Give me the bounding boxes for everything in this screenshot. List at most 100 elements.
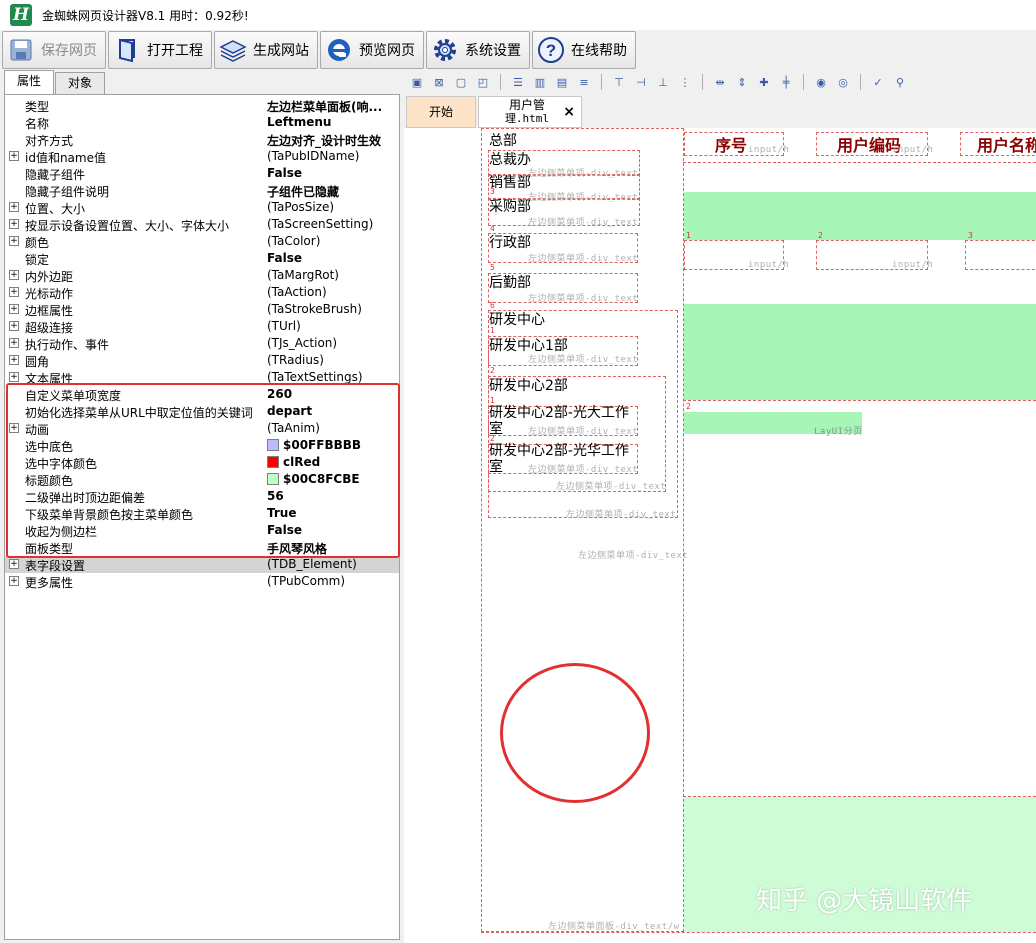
property-value[interactable]: (TUrl) [267, 319, 397, 333]
distribute-icon[interactable]: ⋮ [677, 74, 693, 90]
property-value[interactable]: (TaPosSize) [267, 200, 397, 214]
expand-plus-icon[interactable]: + [9, 321, 19, 331]
table-border [683, 400, 1036, 401]
menu-item[interactable]: 行政部 [489, 232, 531, 252]
expand-plus-icon[interactable]: + [9, 270, 19, 280]
property-value[interactable]: (TDB_Element) [267, 557, 397, 571]
menu-item[interactable]: 研发中心2部 [489, 375, 568, 395]
expand-plus-icon[interactable]: + [9, 338, 19, 348]
align-right-icon[interactable]: ▤ [554, 74, 570, 90]
expand-plus-icon[interactable]: + [9, 151, 19, 161]
property-value[interactable]: (TaTextSettings) [267, 370, 397, 384]
property-row[interactable]: + 更多属性 (TPubComm) [5, 573, 399, 590]
property-value[interactable]: (TPubComm) [267, 574, 397, 588]
bring-front-icon[interactable]: ◉ [813, 74, 829, 90]
property-value[interactable]: (TJs_Action) [267, 336, 397, 350]
property-row[interactable]: + 按显示设备设置位置、大小、字体大小 (TaScreenSetting) [5, 216, 399, 233]
save-page-button[interactable]: 保存网页 [2, 31, 106, 69]
copy-element-icon[interactable]: ▢ [453, 74, 469, 90]
property-row[interactable]: 名称 Leftmenu [5, 114, 399, 131]
expand-plus-icon[interactable]: + [9, 304, 19, 314]
space-horizontal-icon[interactable]: ✚ [756, 74, 772, 90]
property-value[interactable]: (TaAction) [267, 285, 397, 299]
search-icon[interactable]: ⚲ [892, 74, 908, 90]
property-row[interactable]: + 光标动作 (TaAction) [5, 284, 399, 301]
expand-plus-icon[interactable]: + [9, 576, 19, 586]
property-row[interactable]: + 颜色 (TaColor) [5, 233, 399, 250]
property-name: id值和name值 [25, 151, 106, 165]
align-middle-icon[interactable]: ⊣ [633, 74, 649, 90]
spellcheck-icon[interactable]: ✓ [870, 74, 886, 90]
same-width-icon[interactable]: ⇹ [712, 74, 728, 90]
property-name: 颜色 [25, 236, 50, 250]
menu-item[interactable]: 总部 [489, 130, 517, 150]
property-value[interactable]: (TaStrokeBrush) [267, 302, 397, 316]
align-left-icon[interactable]: ☰ [510, 74, 526, 90]
tab-user-management-html[interactable]: 用户管 理.html × [478, 96, 582, 128]
property-name: 执行动作、事件 [25, 338, 110, 352]
expand-plus-icon[interactable]: + [9, 559, 19, 569]
delete-element-icon[interactable]: ⊠ [431, 74, 447, 90]
open-project-button[interactable]: 打开工程 [108, 31, 212, 69]
property-row[interactable]: + id值和name值 (TaPubIDName) [5, 148, 399, 165]
toolbar-divider [803, 74, 804, 90]
expand-plus-icon[interactable]: + [9, 219, 19, 229]
property-row[interactable]: + 圆角 (TRadius) [5, 352, 399, 369]
menu-item[interactable]: 研发中心 [489, 309, 545, 329]
property-value[interactable]: (TaColor) [267, 234, 397, 248]
property-value[interactable]: False [267, 166, 397, 180]
paste-element-icon[interactable]: ◰ [475, 74, 491, 90]
property-value-text: (TaMargRot) [267, 268, 339, 282]
property-row[interactable]: 对齐方式 左边对齐_设计时生效 [5, 131, 399, 148]
property-value[interactable]: (TaMargRot) [267, 268, 397, 282]
menu-item[interactable]: 总裁办 [489, 149, 531, 169]
close-tab-icon[interactable]: × [563, 104, 575, 120]
property-row[interactable]: + 超级连接 (TUrl) [5, 318, 399, 335]
property-value[interactable]: (TRadius) [267, 353, 397, 367]
space-vertical-icon[interactable]: ╪ [778, 74, 794, 90]
property-value[interactable]: 左边栏菜单面板(响... [267, 98, 397, 115]
expand-plus-icon[interactable]: + [9, 372, 19, 382]
property-value[interactable]: 左边对齐_设计时生效 [267, 132, 397, 149]
system-settings-label: 系统设置 [465, 43, 521, 59]
tab-objects[interactable]: 对象 [55, 72, 106, 94]
property-row[interactable]: + 边框属性 (TaStrokeBrush) [5, 301, 399, 318]
property-row[interactable]: 隐藏子组件 False [5, 165, 399, 182]
send-back-icon[interactable]: ◎ [835, 74, 851, 90]
property-row[interactable]: 隐藏子组件说明 子组件已隐藏 [5, 182, 399, 199]
property-row[interactable]: 类型 左边栏菜单面板(响... [5, 97, 399, 114]
property-value-text: (TaColor) [267, 234, 321, 248]
expand-plus-icon[interactable]: + [9, 287, 19, 297]
align-center-icon[interactable]: ▥ [532, 74, 548, 90]
property-value[interactable]: Leftmenu [267, 115, 397, 129]
tab-properties[interactable]: 属性 [4, 70, 55, 94]
expand-plus-icon[interactable]: + [9, 236, 19, 246]
align-justify-icon[interactable]: ≡ [576, 74, 592, 90]
tab-start[interactable]: 开始 [406, 96, 476, 128]
preview-page-button[interactable]: 预览网页 [320, 31, 424, 69]
property-row[interactable]: + 位置、大小 (TaPosSize) [5, 199, 399, 216]
property-value[interactable]: (TaScreenSetting) [267, 217, 397, 231]
property-value[interactable]: 子组件已隐藏 [267, 183, 397, 200]
same-height-icon[interactable]: ⇕ [734, 74, 750, 90]
property-row[interactable]: + 执行动作、事件 (TJs_Action) [5, 335, 399, 352]
menu-item[interactable]: 采购部 [489, 196, 531, 216]
expand-plus-icon[interactable]: + [9, 355, 19, 365]
generate-site-button[interactable]: 生成网站 [214, 31, 318, 69]
property-value[interactable]: (TaPubIDName) [267, 149, 397, 163]
menu-item-index: 5 [490, 263, 495, 272]
menu-item[interactable]: 后勤部 [489, 272, 531, 292]
property-row[interactable]: + 内外边距 (TaMargRot) [5, 267, 399, 284]
property-row[interactable]: 锁定 False [5, 250, 399, 267]
menu-item[interactable]: 销售部 [489, 172, 531, 192]
system-settings-button[interactable]: 系统设置 [426, 31, 530, 69]
design-canvas[interactable]: 总部 总裁办 销售部 3 采购部 4 行政部 5 后勤部 6 研发中心 1 研发… [404, 128, 1036, 943]
align-top-icon[interactable]: ⊤ [611, 74, 627, 90]
property-value[interactable]: False [267, 251, 397, 265]
property-row[interactable]: + 表字段设置 (TDB_Element) [5, 556, 399, 573]
align-bottom-icon[interactable]: ⊥ [655, 74, 671, 90]
online-help-button[interactable]: ? 在线帮助 [532, 31, 636, 69]
property-name: 类型 [25, 100, 50, 114]
add-element-icon[interactable]: ▣ [409, 74, 425, 90]
expand-plus-icon[interactable]: + [9, 202, 19, 212]
